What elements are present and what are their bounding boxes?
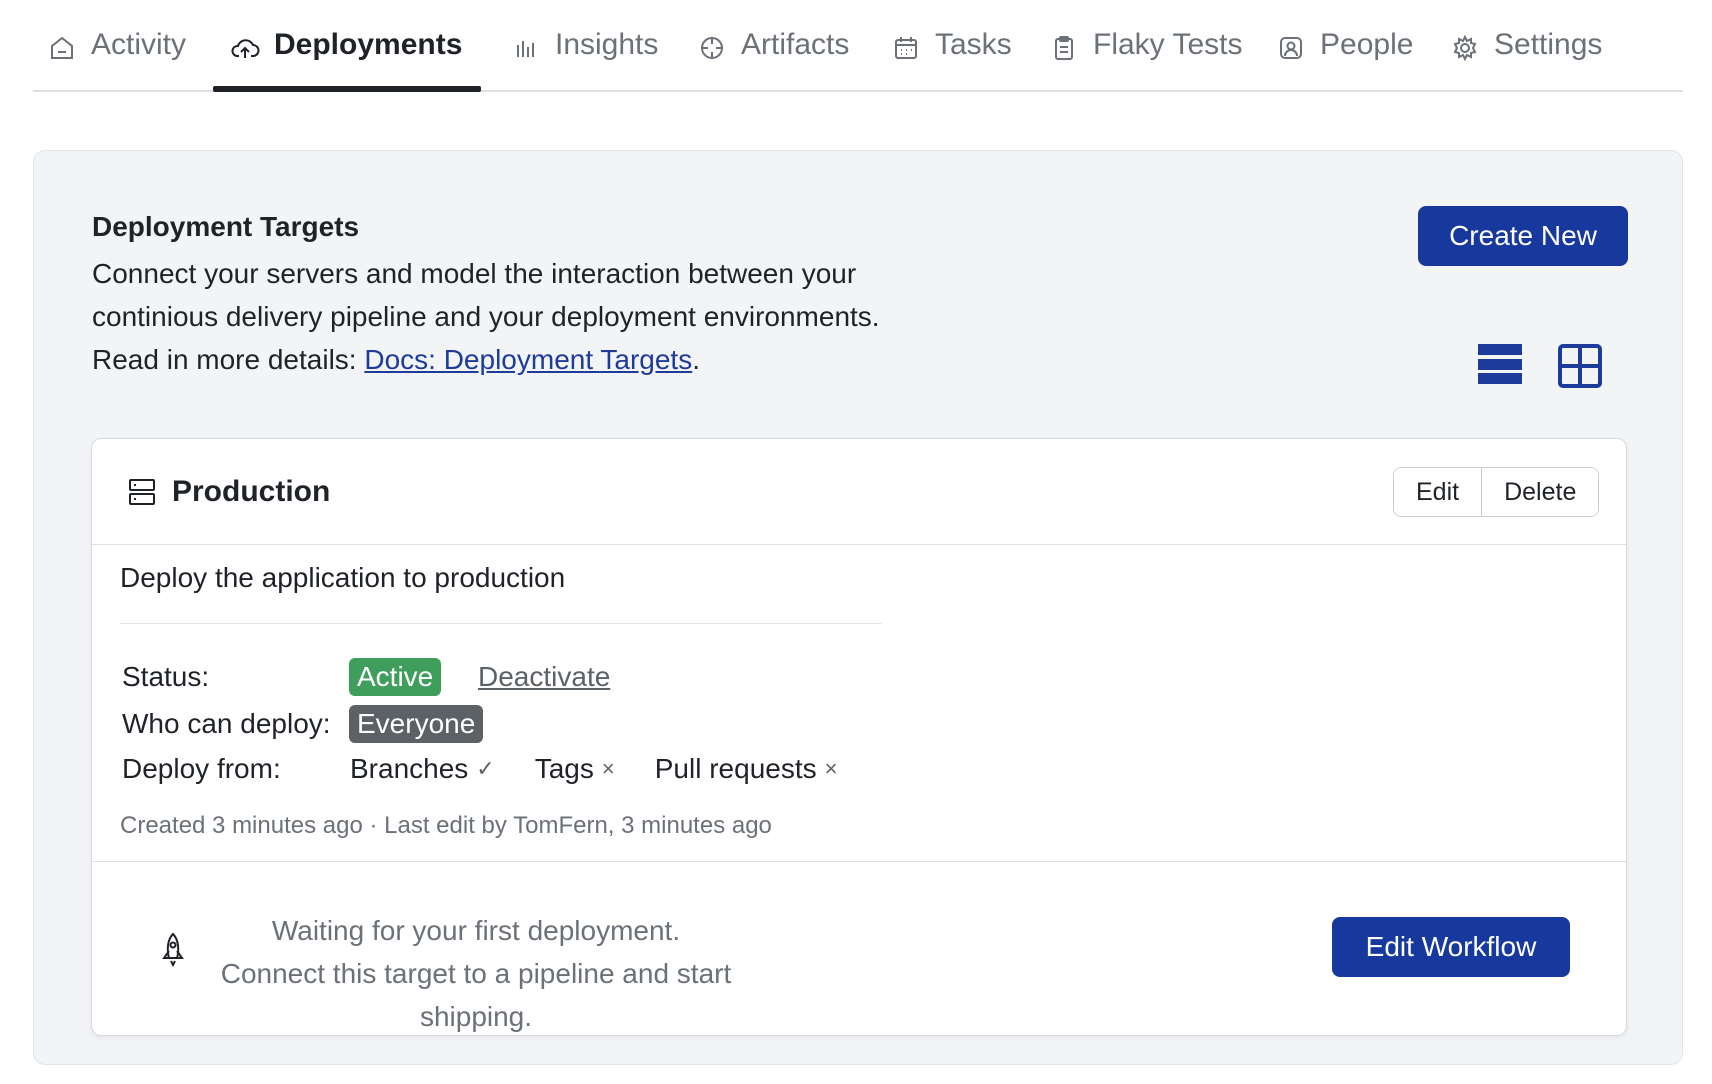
description-line: Connect your servers and model the inter… xyxy=(92,258,857,289)
clipboard-icon xyxy=(1049,33,1079,63)
cloud-upload-icon xyxy=(230,33,260,63)
card-header: Production Edit Delete xyxy=(92,439,1626,545)
read-more-line: Read in more details: Docs: Deployment T… xyxy=(92,338,952,381)
server-icon xyxy=(126,476,158,508)
read-more-label: Read in more details: xyxy=(92,344,365,375)
deployment-target-card: Production Edit Delete Deploy the applic… xyxy=(91,438,1627,1036)
home-icon xyxy=(47,33,77,63)
edit-history: Created 3 minutes ago · Last edit by Tom… xyxy=(120,812,772,839)
tab-flaky-tests[interactable]: Flaky Tests xyxy=(1049,28,1243,92)
divider xyxy=(120,623,882,624)
tab-settings[interactable]: Settings xyxy=(1450,28,1602,92)
edit-workflow-button[interactable]: Edit Workflow xyxy=(1332,917,1570,977)
artifact-icon xyxy=(697,33,727,63)
target-name: Production xyxy=(172,475,331,508)
deploy-from-pull-requests: Pull requests × xyxy=(655,753,838,785)
tab-label: Deployments xyxy=(274,28,463,61)
tab-deployments[interactable]: Deployments xyxy=(230,28,462,92)
create-new-button[interactable]: Create New xyxy=(1418,206,1628,266)
check-icon: ✓ xyxy=(476,756,495,781)
delete-button[interactable]: Delete xyxy=(1481,468,1599,516)
deploy-from-branches: Branches ✓ xyxy=(350,753,495,785)
empty-state-message: Waiting for your first deployment. Conne… xyxy=(202,909,750,1038)
tab-bar: Activity Deployments Insights Artifacts … xyxy=(33,0,1683,92)
status-badge: Active xyxy=(349,658,442,696)
list-view-icon[interactable] xyxy=(1478,344,1522,388)
tab-artifacts[interactable]: Artifacts xyxy=(697,28,849,92)
grid-view-icon[interactable] xyxy=(1558,344,1602,388)
empty-state-line: Connect this target to a pipeline and st… xyxy=(220,958,732,1032)
deploy-from-item-label: Branches xyxy=(350,753,469,784)
deploy-from-tags: Tags × xyxy=(535,753,615,785)
edit-button[interactable]: Edit xyxy=(1394,468,1482,516)
cross-icon: × xyxy=(601,756,615,781)
tab-label: Settings xyxy=(1494,28,1603,61)
gear-icon xyxy=(1450,33,1480,63)
empty-state-line: Waiting for your first deployment. xyxy=(271,915,681,946)
active-tab-indicator xyxy=(213,86,481,92)
tab-activity[interactable]: Activity xyxy=(47,28,186,92)
page-description: Connect your servers and model the inter… xyxy=(92,252,952,381)
tab-label: Artifacts xyxy=(741,28,850,61)
person-icon xyxy=(1276,33,1306,63)
description-line: continious delivery pipeline and your de… xyxy=(92,301,880,332)
tab-label: Tasks xyxy=(935,28,1012,61)
tab-people[interactable]: People xyxy=(1276,28,1413,92)
tab-label: Insights xyxy=(555,28,659,61)
bar-chart-icon xyxy=(511,33,541,63)
period: . xyxy=(692,344,700,375)
deploy-from-item-label: Tags xyxy=(534,753,594,784)
divider xyxy=(92,861,1626,862)
status-label: Status: xyxy=(122,661,210,692)
deploy-from-list: Branches ✓ Tags × Pull requests × xyxy=(350,753,877,785)
tab-tasks[interactable]: Tasks xyxy=(891,28,1012,92)
tab-label: Flaky Tests xyxy=(1093,28,1243,61)
target-actions: Edit Delete xyxy=(1393,467,1600,517)
who-can-deploy-label: Who can deploy: xyxy=(122,708,331,739)
docs-link[interactable]: Docs: Deployment Targets xyxy=(364,344,692,375)
calendar-icon xyxy=(891,33,921,63)
target-description: Deploy the application to production xyxy=(120,562,566,593)
tab-insights[interactable]: Insights xyxy=(511,28,658,92)
deactivate-link[interactable]: Deactivate xyxy=(478,661,610,693)
deploy-from-item-label: Pull requests xyxy=(654,753,817,784)
deploy-from-label: Deploy from: xyxy=(122,753,281,784)
rocket-icon xyxy=(158,931,188,968)
page-title: Deployment Targets xyxy=(92,211,360,242)
cross-icon: × xyxy=(824,756,838,781)
tab-label: People xyxy=(1320,28,1414,61)
who-can-deploy-badge: Everyone xyxy=(349,705,484,743)
tab-label: Activity xyxy=(91,28,187,61)
